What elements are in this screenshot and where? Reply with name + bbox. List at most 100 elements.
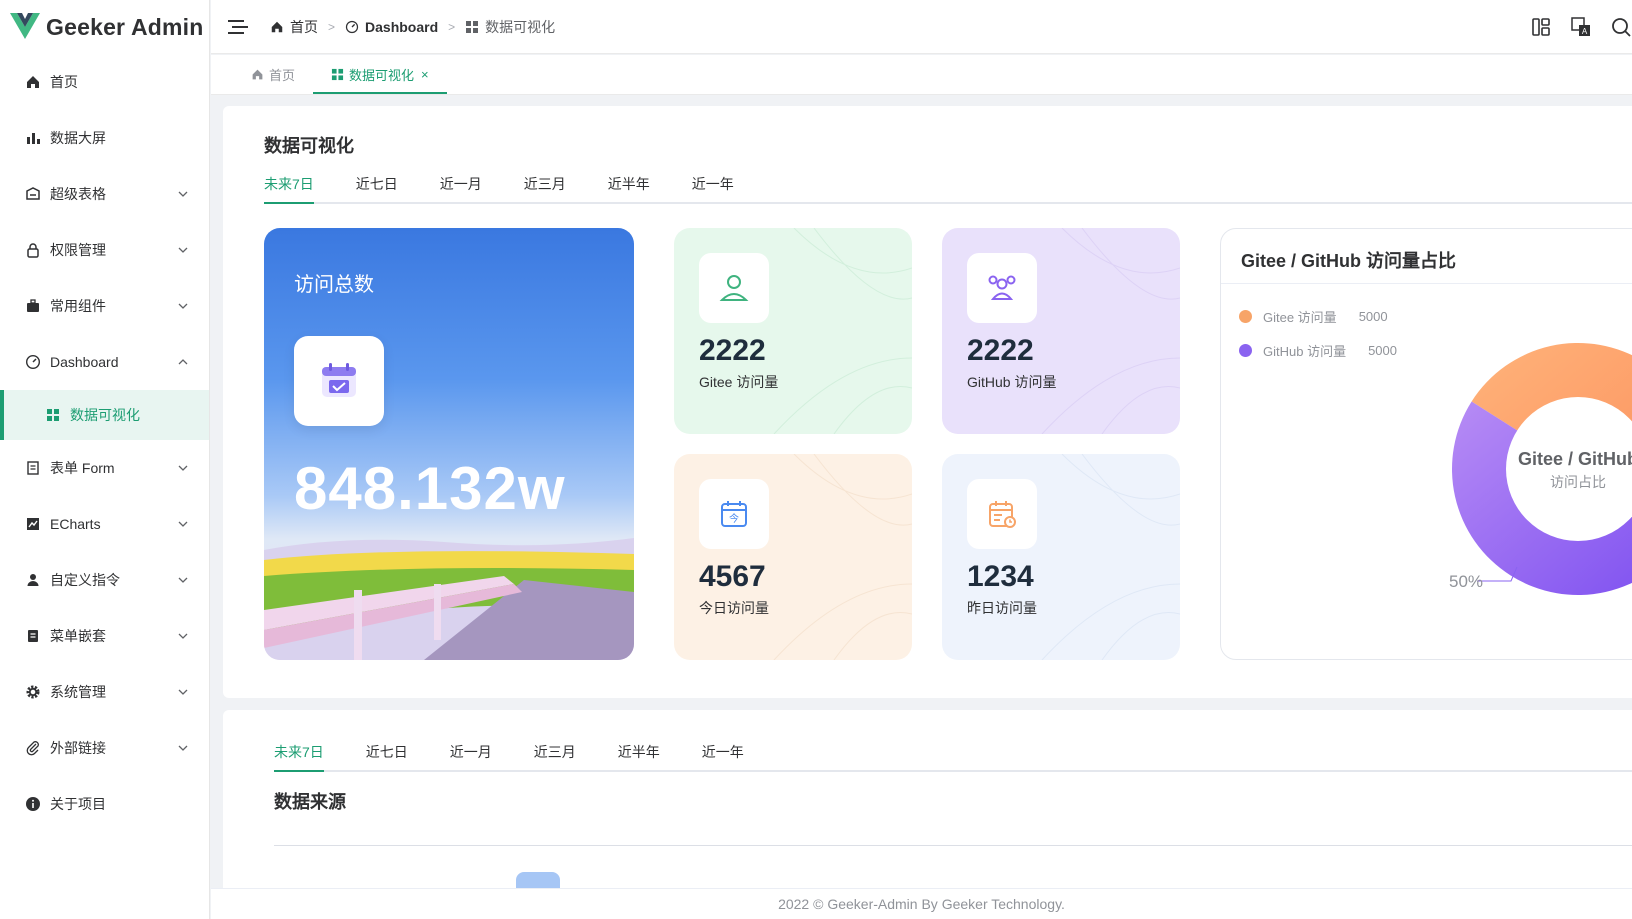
total-visits-value: 848.132w	[294, 455, 566, 522]
close-icon[interactable]: ×	[421, 67, 429, 82]
range-tab-next-7[interactable]: 未来7日	[274, 734, 324, 772]
chevron-down-icon	[178, 577, 188, 583]
breadcrumb-dashboard[interactable]: Dashboard	[365, 19, 438, 35]
sidebar-menu: 首页 数据大屏 超级表格 权限管理 常用组件 Dashboard 数据可视化 表…	[0, 54, 209, 832]
line-chart-icon	[24, 515, 42, 533]
range-tab-last-half-year[interactable]: 近半年	[618, 734, 660, 770]
range-tab-last-year[interactable]: 近一年	[692, 166, 734, 202]
stat-value: 2222	[699, 334, 766, 367]
total-visits-label: 访问总数	[294, 274, 374, 296]
range-tab-last-7[interactable]: 近七日	[356, 166, 398, 202]
gitee-visits-card: 2222 Gitee 访问量	[674, 228, 912, 434]
chevron-up-icon	[178, 359, 188, 365]
dashboard-icon	[24, 353, 42, 371]
today-visits-card: 今 4567 今日访问量	[674, 454, 912, 660]
sidebar: Geeker Admin 首页 数据大屏 超级表格 权限管理 常用组件 Dash…	[0, 0, 210, 919]
tab-data-visualization[interactable]: 数据可视化 ×	[313, 54, 447, 94]
tab-home[interactable]: 首页	[233, 54, 313, 94]
footer-text: 2022 © Geeker-Admin By Geeker Technology…	[778, 896, 1065, 912]
range-tab-last-7[interactable]: 近七日	[366, 734, 408, 770]
sidebar-item-system[interactable]: 系统管理	[0, 664, 209, 720]
chevron-down-icon	[178, 465, 188, 471]
view-tabs: 首页 数据可视化 ×	[211, 55, 1632, 95]
yesterday-visits-card: 1234 昨日访问量	[942, 454, 1180, 660]
menu-collapse-icon[interactable]	[228, 19, 248, 35]
svg-text:A: A	[1582, 27, 1588, 36]
gear-icon	[24, 683, 42, 701]
range-tab-last-3-months[interactable]: 近三月	[524, 166, 566, 202]
sidebar-item-components[interactable]: 常用组件	[0, 278, 209, 334]
donut-center-title: Gitee / GitHub	[1518, 449, 1632, 469]
chevron-down-icon	[178, 745, 188, 751]
ratio-chart-card: Gitee / GitHub 访问量占比 Gitee 访问量 5000 GitH…	[1220, 228, 1632, 660]
top-header: 首页 > Dashboard > 数据可视化 A	[211, 0, 1632, 54]
breadcrumb-home[interactable]: 首页	[290, 17, 318, 37]
range-tab-last-half-year[interactable]: 近半年	[608, 166, 650, 202]
user-icon	[699, 253, 769, 323]
chevron-down-icon	[178, 191, 188, 197]
breadcrumb-separator-icon: >	[328, 19, 336, 34]
tab-label: 数据可视化	[349, 67, 415, 83]
total-visits-card: 访问总数 848.132w	[264, 228, 634, 660]
stat-value: 1234	[967, 560, 1034, 593]
translate-icon[interactable]: A	[1570, 16, 1592, 38]
sidebar-item-label: Dashboard	[50, 354, 119, 370]
chart-axis-line	[274, 845, 1632, 846]
range-tab-last-month[interactable]: 近一月	[450, 734, 492, 770]
list-icon	[24, 627, 42, 645]
lock-icon	[24, 241, 42, 259]
sidebar-item-external-links[interactable]: 外部链接	[0, 720, 209, 776]
range-tab-next-7[interactable]: 未来7日	[264, 166, 314, 204]
sidebar-item-label: 外部链接	[50, 740, 106, 756]
tab-label: 首页	[269, 67, 296, 83]
layout-icon[interactable]	[1530, 16, 1552, 38]
search-icon[interactable]	[1610, 16, 1632, 38]
home-icon	[252, 69, 263, 79]
sidebar-item-super-table[interactable]: 超级表格	[0, 166, 209, 222]
sidebar-item-dashboard[interactable]: Dashboard	[0, 334, 209, 390]
range-tab-last-year[interactable]: 近一年	[702, 734, 744, 770]
app-title: Geeker Admin	[46, 13, 204, 40]
sidebar-item-about[interactable]: 关于项目	[0, 776, 209, 832]
breadcrumb-current: 数据可视化	[485, 18, 556, 35]
sidebar-item-label: 数据可视化	[70, 407, 140, 423]
user-icon	[24, 571, 42, 589]
home-icon	[24, 73, 42, 91]
sidebar-item-label: 数据大屏	[50, 130, 106, 146]
sidebar-item-label: 自定义指令	[50, 572, 120, 588]
chevron-down-icon	[178, 303, 188, 309]
grid-icon	[466, 20, 479, 33]
sidebar-item-permission[interactable]: 权限管理	[0, 222, 209, 278]
stat-label: GitHub 访问量	[967, 374, 1057, 390]
header-tools: A	[1512, 0, 1632, 54]
range-tab-last-3-months[interactable]: 近三月	[534, 734, 576, 770]
sidebar-item-directives[interactable]: 自定义指令	[0, 552, 209, 608]
chevron-down-icon	[178, 247, 188, 253]
breadcrumb-separator-icon: >	[448, 19, 456, 34]
stat-label: 昨日访问量	[967, 600, 1037, 616]
app-root: Geeker Admin 首页 数据大屏 超级表格 权限管理 常用组件 Dash…	[0, 0, 1632, 919]
chevron-down-icon	[178, 521, 188, 527]
sidebar-item-echarts[interactable]: ECharts	[0, 496, 209, 552]
range-tab-last-month[interactable]: 近一月	[440, 166, 482, 202]
bar-chart-icon	[24, 129, 42, 147]
info-icon	[24, 795, 42, 813]
calendar-check-icon	[294, 336, 384, 426]
sidebar-item-home[interactable]: 首页	[0, 54, 209, 110]
sidebar-item-label: ECharts	[50, 516, 101, 532]
sidebar-item-data-visualization[interactable]: 数据可视化	[0, 390, 209, 440]
chevron-down-icon	[178, 633, 188, 639]
stat-label: Gitee 访问量	[699, 374, 779, 390]
sidebar-item-label: 首页	[50, 74, 78, 90]
vue-logo-icon	[10, 13, 40, 39]
home-icon	[271, 21, 283, 32]
calendar-clock-icon	[967, 479, 1037, 549]
sidebar-item-data-screen[interactable]: 数据大屏	[0, 110, 209, 166]
grid-icon	[331, 68, 344, 80]
group-icon	[967, 253, 1037, 323]
logo[interactable]: Geeker Admin	[0, 0, 209, 54]
sidebar-item-nested-menu[interactable]: 菜单嵌套	[0, 608, 209, 664]
range-tabs: 未来7日 近七日 近一月 近三月 近半年 近一年	[264, 166, 1632, 204]
sidebar-item-form[interactable]: 表单 Form	[0, 440, 209, 496]
data-source-title: 数据来源	[274, 792, 346, 812]
